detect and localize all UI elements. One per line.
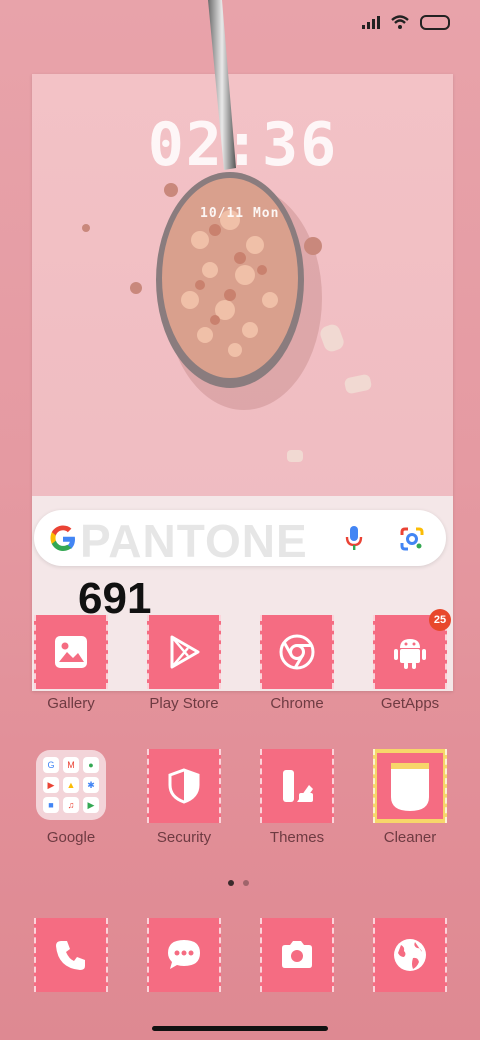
messages-icon xyxy=(168,940,200,969)
gmail-mini-icon: M xyxy=(63,757,79,773)
chrome-icon xyxy=(279,634,315,670)
play-music-mini-icon: ♫ xyxy=(63,797,79,813)
spoon-illustration xyxy=(82,0,372,462)
browser-globe-icon xyxy=(394,939,426,971)
cleaner-icon xyxy=(377,753,443,819)
page-dot xyxy=(243,880,249,886)
play-store-icon xyxy=(170,635,200,669)
google-mini-icon: G xyxy=(43,757,59,773)
browser-app-tile[interactable] xyxy=(373,918,447,992)
themes-icon xyxy=(283,770,313,802)
pantone-brand-text: PANTONE xyxy=(80,515,308,567)
duo-mini-icon: ■ xyxy=(43,797,59,813)
themes-app-tile[interactable] xyxy=(260,749,334,823)
chrome-label: Chrome xyxy=(270,695,324,712)
camera-icon xyxy=(282,941,312,968)
gallery-icon xyxy=(55,636,87,668)
photos-mini-icon: ✱ xyxy=(83,777,99,793)
play-movies-mini-icon: ▶ xyxy=(83,797,99,813)
clock-time: 02:36 xyxy=(147,110,339,180)
cleaner-label: Cleaner xyxy=(383,829,437,846)
page-indicator[interactable] xyxy=(228,880,249,886)
phone-app-tile[interactable] xyxy=(34,918,108,992)
page-dot-active xyxy=(228,880,234,886)
chrome-app-tile[interactable] xyxy=(260,615,334,689)
google-logo-icon[interactable] xyxy=(48,524,78,554)
gesture-bar[interactable] xyxy=(152,1026,328,1031)
getapps-label: GetApps xyxy=(380,695,440,712)
gallery-label: Gallery xyxy=(47,695,95,712)
google-folder-label: Google xyxy=(46,829,96,846)
themes-label: Themes xyxy=(269,829,325,846)
security-app-tile[interactable] xyxy=(147,749,221,823)
shield-icon xyxy=(168,768,200,804)
gallery-app-tile[interactable] xyxy=(34,615,108,689)
google-folder[interactable]: G M ● ▶ ▲ ✱ ■ ♫ ▶ xyxy=(36,750,106,820)
security-label: Security xyxy=(156,829,212,846)
drive-mini-icon: ▲ xyxy=(63,777,79,793)
google-lens-icon[interactable] xyxy=(399,526,425,552)
play-store-label: Play Store xyxy=(149,695,219,712)
clock-date: 10/11 Mon xyxy=(200,206,280,221)
messages-app-tile[interactable] xyxy=(147,918,221,992)
play-store-app-tile[interactable] xyxy=(147,615,221,689)
maps-mini-icon: ● xyxy=(83,757,99,773)
android-icon xyxy=(394,639,426,669)
phone-icon xyxy=(56,941,85,970)
youtube-mini-icon: ▶ xyxy=(43,777,59,793)
notification-badge: 25 xyxy=(429,609,451,631)
microphone-icon[interactable] xyxy=(343,524,365,552)
camera-app-tile[interactable] xyxy=(260,918,334,992)
cleaner-app-tile[interactable] xyxy=(373,749,447,823)
